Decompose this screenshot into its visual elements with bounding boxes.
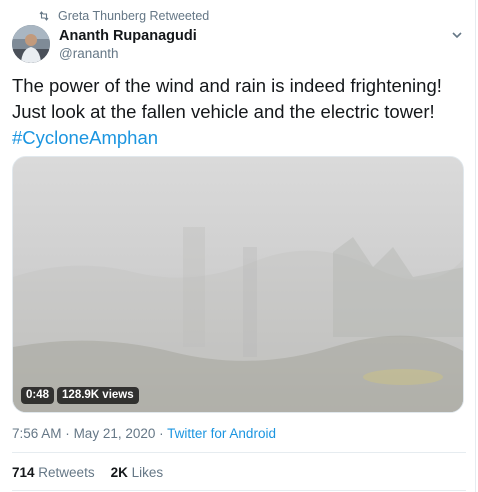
divider bbox=[12, 490, 466, 491]
meta-separator: · bbox=[65, 426, 70, 441]
tweet-meta: 7:56 AM · May 21, 2020 · Twitter for And… bbox=[12, 425, 276, 443]
avatar[interactable] bbox=[12, 25, 50, 63]
tweet-text: The power of the wind and rain is indeed… bbox=[12, 73, 472, 151]
retweets-count: 714 bbox=[12, 465, 35, 480]
video-views-badge: 128.9K views bbox=[57, 387, 139, 404]
video-player[interactable]: 0:48 128.9K views bbox=[12, 156, 464, 413]
likes-label: Likes bbox=[131, 465, 164, 480]
video-badges: 0:48 128.9K views bbox=[21, 387, 139, 404]
retweet-context[interactable]: Greta Thunberg Retweeted bbox=[38, 8, 209, 24]
tweet-date[interactable]: May 21, 2020 bbox=[74, 426, 156, 441]
hashtag-link[interactable]: #CycloneAmphan bbox=[12, 125, 472, 151]
tweet-source-link[interactable]: Twitter for Android bbox=[167, 426, 276, 441]
video-frame bbox=[13, 157, 463, 412]
tweet-time[interactable]: 7:56 AM bbox=[12, 426, 62, 441]
likes-stat[interactable]: 2K Likes bbox=[111, 464, 164, 482]
author-display-name[interactable]: Ananth Rupanagudi bbox=[59, 27, 197, 45]
tweet-text-line: Just look at the fallen vehicle and the … bbox=[12, 101, 435, 122]
retweets-label: Retweets bbox=[38, 465, 95, 480]
likes-count: 2K bbox=[110, 465, 128, 480]
tweet-card: Greta Thunberg Retweeted Ananth Rupanagu… bbox=[0, 0, 476, 492]
tweet-text-line: The power of the wind and rain is indeed… bbox=[12, 75, 442, 96]
tweet-stats: 714 Retweets 2K Likes bbox=[12, 464, 163, 482]
author-block[interactable]: Ananth Rupanagudi @rananth bbox=[59, 27, 197, 63]
chevron-down-icon[interactable] bbox=[450, 29, 464, 41]
retweet-icon bbox=[39, 11, 49, 21]
retweet-context-label: Greta Thunberg Retweeted bbox=[58, 9, 210, 23]
video-duration-badge: 0:48 bbox=[21, 387, 55, 404]
author-handle[interactable]: @rananth bbox=[59, 45, 197, 63]
meta-separator: · bbox=[159, 426, 164, 441]
retweets-stat[interactable]: 714 Retweets bbox=[12, 464, 95, 482]
divider bbox=[12, 452, 466, 453]
